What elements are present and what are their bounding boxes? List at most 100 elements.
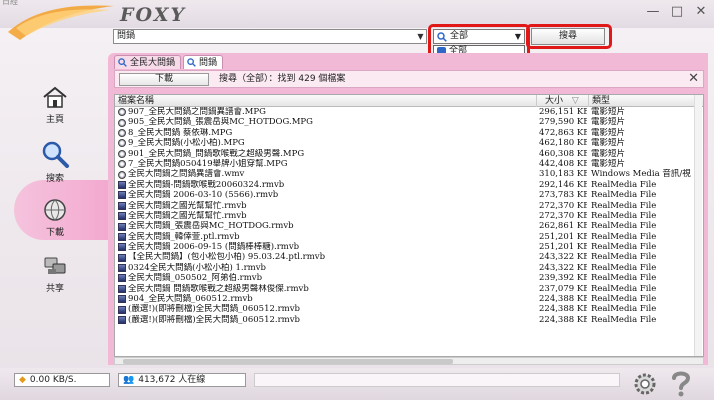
file-type: 電影短片 <box>591 138 626 149</box>
tab-result-2[interactable]: 問鍋 <box>183 55 224 69</box>
file-type: RealMedia File <box>591 273 657 284</box>
tab-result-1[interactable]: 全民大問鍋 <box>114 55 182 69</box>
table-row[interactable]: 全民大問鍋之國光幫幫忙.rmvb 272,370 KB RealMedia File <box>115 201 703 211</box>
table-row[interactable]: 全民大問鍋-問鍋歌喉戰20060324.rmvb 292,146 KB RealMe… <box>115 180 703 190</box>
column-header-type[interactable]: 類型 <box>589 95 703 107</box>
close-window-button[interactable]: ✕ <box>694 5 708 20</box>
table-body: 907_全民大問鍋之問鍋異譜會.MPG 296,151 KB 電影短片 905_全民大… <box>115 107 703 325</box>
realmedia-file-icon <box>118 232 126 241</box>
search-results-panel: 全民大問鍋 問鍋 下載 搜尋（全部）：找到 429 個檔案 ✕ 檔案名稱 大小 … <box>108 53 708 365</box>
share-icon <box>44 257 66 274</box>
table-row[interactable]: 7_全民大問鍋050419舉牌小姐穿幫.MPG 442,408 KB 電影短片 <box>115 159 703 169</box>
table-row[interactable]: (嚴選!)(即將刪檔)全民大問鍋_060512.rmvb 224,388 KB Re… <box>115 315 703 325</box>
sidebar-item-search[interactable]: 搜索 <box>20 140 90 184</box>
file-name-cell: 901_全民大問鍋_問鍋歌喉戰之超級男聲.MPG <box>118 149 536 159</box>
file-name-cell: 905_全民大問鍋_張震岳與MC_HOTDOG.MPG <box>118 117 536 127</box>
sidebar-item-download[interactable]: 下載 <box>20 198 90 238</box>
sidebar-item-label: 主頁 <box>45 115 64 125</box>
minimize-button[interactable]: — <box>646 5 660 20</box>
file-type: 電影短片 <box>591 117 626 128</box>
file-type: RealMedia File <box>591 304 657 315</box>
table-row[interactable]: 8_全民大問鍋 蔡依琳.MPG 472,863 KB 電影短片 <box>115 128 703 138</box>
sidebar-item-home[interactable]: 主頁 <box>20 85 90 125</box>
file-name-cell: 全民大問鍋之問鍋異譜會.wmv <box>118 169 536 179</box>
file-size: 224,388 KB <box>539 304 587 315</box>
file-size: 272,370 KB <box>539 200 587 211</box>
vertical-scrollbar[interactable] <box>694 95 702 356</box>
help-question-icon[interactable] <box>668 369 694 397</box>
table-row[interactable]: 全民大問鍋_張震岳與MC_HOTDOG.rmvb 262,861 KB RealMe… <box>115 221 703 231</box>
file-name-cell: 全民大問鍋 問鍋歌喉戰之超級男聲林俊傑.rmvb <box>118 284 536 294</box>
file-name: 9_全民大問鍋(小松小柏).MPG <box>128 138 245 149</box>
sidebar-item-label: 共享 <box>45 284 64 294</box>
horizontal-scrollbar[interactable] <box>114 357 704 365</box>
table-row[interactable]: 901_全民大問鍋_問鍋歌喉戰之超級男聲.MPG 460,308 KB 電影短片 <box>115 149 703 159</box>
file-name: 全民大問鍋-問鍋歌喉戰20060324.rmvb <box>128 179 285 190</box>
sort-desc-icon: ▽ <box>571 96 579 106</box>
realmedia-file-icon <box>118 274 126 283</box>
window-controls: — □ ✕ <box>646 5 708 20</box>
table-row[interactable]: 全民大問鍋之問鍋異譜會.wmv 310,183 KB Windows Media 音… <box>115 169 703 179</box>
file-type: RealMedia File <box>591 221 657 232</box>
table-row[interactable]: 9_全民大問鍋(小松小柏).MPG 462,180 KB 電影短片 <box>115 138 703 148</box>
search-input[interactable]: 問鍋 <box>113 29 427 44</box>
search-history-dropdown-icon[interactable]: ▼ <box>414 29 427 44</box>
file-type: Windows Media 音訊/視 <box>591 169 691 180</box>
file-size: 272,370 KB <box>539 210 587 221</box>
realmedia-file-icon <box>118 191 126 200</box>
file-name: 0324全民大問鍋(小松小柏) 1.rmvb <box>128 262 266 273</box>
file-size: 310,183 KB <box>539 169 587 180</box>
file-type: RealMedia File <box>591 190 657 201</box>
table-row[interactable]: 全民大問鍋_050502_阿弟伯.rmvb 239,392 KB RealMedia… <box>115 273 703 283</box>
tab-label: 全民大問鍋 <box>130 57 176 68</box>
table-row[interactable]: 907_全民大問鍋之問鍋異譜會.MPG 296,151 KB 電影短片 <box>115 107 703 117</box>
file-name: 904_全民大問鍋_060512.rmvb <box>128 294 253 305</box>
file-size: 243,322 KB <box>539 262 587 273</box>
file-size: 262,861 KB <box>539 221 587 232</box>
file-name: 全民大問鍋 2006-03-10 (5566).rmvb <box>128 190 279 201</box>
status-message-area <box>254 373 620 387</box>
restore-button[interactable]: □ <box>670 5 684 20</box>
file-size: 243,322 KB <box>539 252 587 263</box>
video-file-icon <box>118 128 126 137</box>
home-icon <box>43 86 67 108</box>
file-type: 電影短片 <box>591 158 626 169</box>
column-header-name[interactable]: 檔案名稱 <box>115 95 537 107</box>
file-size: 251,201 KB <box>539 242 587 253</box>
file-size: 224,388 KB <box>539 314 587 325</box>
file-name-cell: 全民大問鍋之國光幫幫忙.rmvb <box>118 201 536 211</box>
table-row[interactable]: 904_全民大問鍋_060512.rmvb 224,388 KB RealMedia… <box>115 294 703 304</box>
table-row[interactable]: 0324全民大問鍋(小松小柏) 1.rmvb 243,322 KB RealMedi… <box>115 263 703 273</box>
foxy-logo: FOXY <box>120 4 187 26</box>
file-size: 292,146 KB <box>539 179 587 190</box>
horizontal-scrollbar-thumb[interactable] <box>123 359 453 364</box>
file-type: 電影短片 <box>591 107 626 117</box>
table-row[interactable]: 全民大問鍋_韓倖萱.ptl.rmvb 251,201 KB RealMedia Fi… <box>115 232 703 242</box>
results-table: 檔案名稱 大小 ▽ 類型 907_全民大問鍋之問鍋異譜會.MPG 296,151 … <box>114 94 704 357</box>
column-header-size[interactable]: 大小 ▽ <box>537 95 589 107</box>
file-name-cell: 全民大問鍋-問鍋歌喉戰20060324.rmvb <box>118 180 536 190</box>
users-text: 413,672 人在線 <box>138 375 206 385</box>
file-name-cell: 7_全民大問鍋050419舉牌小姐穿幫.MPG <box>118 159 536 169</box>
download-button[interactable]: 下載 <box>119 73 209 86</box>
table-row[interactable]: 全民大問鍋 問鍋歌喉戰之超級男聲林俊傑.rmvb 237,079 KB RealMe… <box>115 284 703 294</box>
realmedia-file-icon <box>118 243 126 252</box>
file-name: 905_全民大問鍋_張震岳與MC_HOTDOG.MPG <box>128 117 313 128</box>
table-row[interactable]: 全民大問鍋之國光幫幫忙.rmvb 272,370 KB RealMedia File <box>115 211 703 221</box>
users-icon: 👥 <box>123 375 135 385</box>
table-row[interactable]: 全民大問鍋 2006-09-15 (問鍋棒棒糖).rmvb 251,201 KB R… <box>115 242 703 252</box>
table-row[interactable]: (嚴選!)(即將刪檔)全民大問鍋_060512.rmvb 224,388 KB Re… <box>115 304 703 314</box>
file-type: RealMedia File <box>591 210 657 221</box>
file-name-cell: 8_全民大問鍋 蔡依琳.MPG <box>118 128 536 138</box>
sidebar: 主頁 搜索 下載 共享 <box>0 50 110 370</box>
table-row[interactable]: 全民大問鍋 2006-03-10 (5566).rmvb 273,783 KB Re… <box>115 190 703 200</box>
sidebar-item-share[interactable]: 共享 <box>20 254 90 294</box>
table-row[interactable]: 【全民大問鍋】(包小松包小柏) 95.03.24.ptl.rmvb 243,322… <box>115 252 703 262</box>
file-name-cell: 904_全民大問鍋_060512.rmvb <box>118 294 536 304</box>
video-file-icon <box>118 108 126 117</box>
sidebar-item-label: 搜索 <box>45 174 64 184</box>
close-tab-icon[interactable]: ✕ <box>688 71 699 87</box>
settings-gear-icon[interactable] <box>632 371 658 397</box>
file-type: 電影短片 <box>591 148 626 159</box>
table-row[interactable]: 905_全民大問鍋_張震岳與MC_HOTDOG.MPG 279,590 KB 電影短… <box>115 117 703 127</box>
